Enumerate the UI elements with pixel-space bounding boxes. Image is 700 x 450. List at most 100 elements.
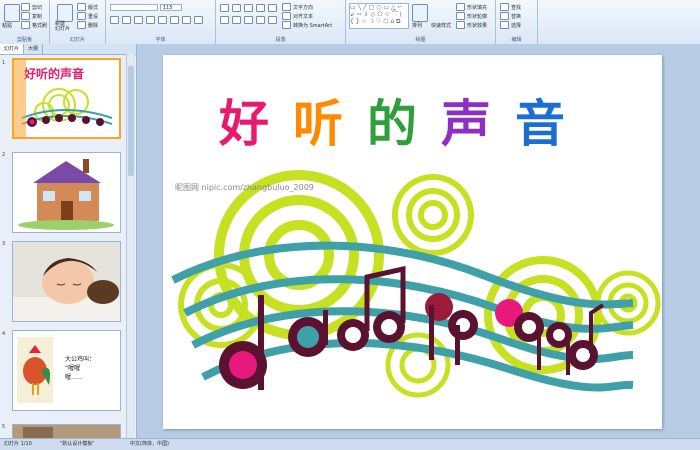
svg-text:声: 声 xyxy=(441,95,491,153)
slide-thumbnail-5[interactable] xyxy=(12,424,121,438)
effects-icon xyxy=(456,21,465,29)
align-left-icon[interactable] xyxy=(220,16,229,24)
slide-thumbnail-1[interactable]: 好听的声音 xyxy=(12,58,121,139)
bold-icon[interactable] xyxy=(110,16,119,24)
slide-4-line: “喔喔 xyxy=(65,365,81,372)
align-text-button[interactable]: 对齐文本 xyxy=(282,12,313,20)
tab-slides[interactable]: 幻灯片 xyxy=(0,44,25,54)
slides-pane: 幻灯片 大纲 1 好听的声音 2 3 4 大公鸡叫： “喔喔 喔…… 5 xyxy=(0,44,137,438)
pane-tabs: 幻灯片 大纲 xyxy=(0,44,136,55)
slides-pane-scrollbar[interactable] xyxy=(126,54,135,438)
svg-text:的: 的 xyxy=(367,95,417,153)
smartart-button[interactable]: 转换为 SmartArt xyxy=(282,21,332,29)
new-slide-button[interactable]: 新建 幻灯片 xyxy=(55,22,70,32)
svg-text:听: 听 xyxy=(293,95,343,153)
theme-name: "默认设计模板" xyxy=(60,441,95,447)
increase-indent-icon[interactable] xyxy=(256,4,265,12)
arrange-button[interactable]: 排列 xyxy=(412,22,422,29)
slide-number: 3 xyxy=(2,241,6,247)
slide-4-line: 喔…… xyxy=(65,374,84,381)
spacing-icon[interactable] xyxy=(170,16,179,24)
italic-icon[interactable] xyxy=(122,16,131,24)
find-button[interactable]: 查找 xyxy=(500,3,521,11)
list-row xyxy=(220,4,277,12)
shape-outline-button[interactable]: 形状轮廓 xyxy=(456,12,487,20)
numbering-icon[interactable] xyxy=(232,4,241,12)
columns-icon[interactable] xyxy=(268,16,277,24)
sleeping-child-photo xyxy=(13,242,120,321)
align-right-icon[interactable] xyxy=(244,16,253,24)
format-painter-button[interactable]: 格式刷 xyxy=(21,21,47,29)
language-indicator: 中文(简体，中国) xyxy=(130,441,169,447)
tab-outline[interactable]: 大纲 xyxy=(24,44,44,54)
slides-group: 新建 幻灯片 版式 重设 删除 幻灯片 xyxy=(50,0,106,44)
copy-icon xyxy=(21,12,30,20)
group-label: 剪贴板 xyxy=(16,37,32,43)
font-size-box[interactable]: 115 xyxy=(160,4,182,11)
strikethrough-icon[interactable] xyxy=(146,16,155,24)
slide-canvas: 好 听 的 声 音 昵图网 nipic.com/zhangbuluo_2009 xyxy=(137,44,700,438)
copy-button[interactable]: 复制 xyxy=(21,12,42,20)
paste-button[interactable]: 粘贴 xyxy=(2,22,12,29)
arrange-icon[interactable] xyxy=(412,4,428,22)
status-bar: 幻灯片 1/10 "默认设计模板" 中文(简体，中国) xyxy=(0,438,700,450)
shape-effects-button[interactable]: 形状效果 xyxy=(456,21,487,29)
underline-icon[interactable] xyxy=(134,16,143,24)
change-case-icon[interactable] xyxy=(182,16,191,24)
slide-1-preview: 好听的声音 xyxy=(14,60,119,137)
slide-thumbnail-3[interactable] xyxy=(12,241,121,322)
slide-number: 4 xyxy=(2,331,6,337)
fill-icon xyxy=(456,3,465,11)
shadow-icon[interactable] xyxy=(158,16,167,24)
new-slide-icon[interactable] xyxy=(57,4,73,22)
current-slide[interactable]: 好 听 的 声 音 昵图网 nipic.com/zhangbuluo_2009 xyxy=(163,55,662,429)
font-group: 115 字体 xyxy=(106,0,216,44)
justify-icon[interactable] xyxy=(256,16,265,24)
scrollbar-thumb[interactable] xyxy=(128,66,134,176)
font-color-icon[interactable] xyxy=(194,16,203,24)
outline-icon xyxy=(456,12,465,20)
clipboard-group: 粘贴 剪切 复制 格式刷 剪贴板 xyxy=(0,0,50,44)
slide-counter: 幻灯片 1/10 xyxy=(4,441,32,447)
svg-text:音: 音 xyxy=(515,95,565,153)
editing-group: 查找 替换 选择 编辑 xyxy=(496,0,538,44)
group-label: 编辑 xyxy=(511,37,522,43)
slide-4-text: 大公鸡叫： “喔喔 喔…… xyxy=(65,355,95,382)
quick-styles-button[interactable]: 快速样式 xyxy=(431,22,451,29)
paste-icon[interactable] xyxy=(4,4,20,22)
slide-thumbnail-4[interactable]: 大公鸡叫： “喔喔 喔…… xyxy=(12,330,121,411)
replace-icon xyxy=(500,12,509,20)
group-label: 幻灯片 xyxy=(69,37,85,43)
reset-icon xyxy=(77,12,86,20)
cut-button[interactable]: 剪切 xyxy=(21,3,42,11)
rooster-illustration xyxy=(17,337,53,403)
align-row xyxy=(220,16,277,24)
shape-fill-button[interactable]: 形状填充 xyxy=(456,3,487,11)
select-button[interactable]: 选择 xyxy=(500,21,521,29)
shapes-gallery[interactable]: ▭ ╲ ╱ ▢ ○ ▭ △ ⌐ ↙ ⇨ ⇩ ◇ ⬠ ☆ ⌒ ⟨{ } ☆ ☽ ♡ … xyxy=(349,3,409,29)
layout-button[interactable]: 版式 xyxy=(77,3,98,11)
brush-icon xyxy=(21,21,30,29)
slide-thumbnail-2[interactable] xyxy=(12,152,121,233)
watermark-text: 昵图网 nipic.com/zhangbuluo_2009 xyxy=(175,183,314,192)
delete-button[interactable]: 删除 xyxy=(77,21,98,29)
title-graphic: 好 听 的 声 音 xyxy=(218,95,565,153)
smartart-icon xyxy=(282,21,291,29)
text-direction-icon xyxy=(282,3,291,11)
replace-button[interactable]: 替换 xyxy=(500,12,521,20)
bullets-icon[interactable] xyxy=(220,4,229,12)
slide-number: 2 xyxy=(2,152,6,158)
align-center-icon[interactable] xyxy=(232,16,241,24)
svg-text:好听的声音: 好听的声音 xyxy=(23,66,84,81)
slide-number: 5 xyxy=(2,424,6,430)
line-spacing-icon[interactable] xyxy=(268,4,277,12)
reset-button[interactable]: 重设 xyxy=(77,12,98,20)
decrease-indent-icon[interactable] xyxy=(244,4,253,12)
align-text-icon xyxy=(282,12,291,20)
ring-cluster xyxy=(392,174,474,256)
font-format-row xyxy=(110,16,203,24)
group-label: 绘图 xyxy=(415,37,426,43)
font-name-box[interactable] xyxy=(110,4,158,11)
house-illustration xyxy=(13,153,120,232)
text-direction-button[interactable]: 文字方向 xyxy=(282,3,313,11)
